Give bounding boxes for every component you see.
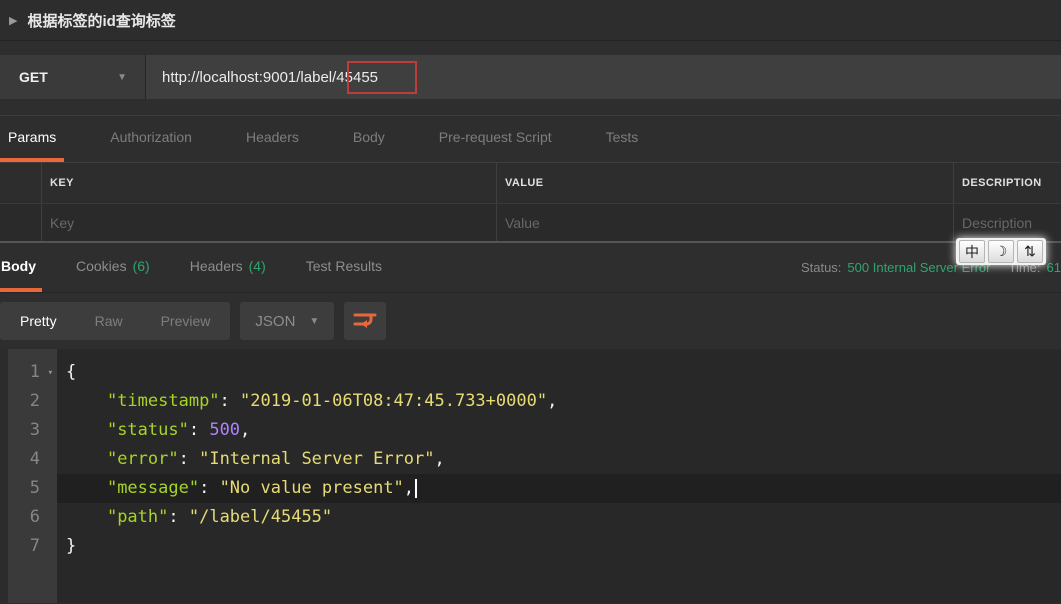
time-value[interactable]: 61 [1047,260,1061,275]
code-text: "timestamp": "2019-01-06T08:47:45.733+00… [106,391,558,411]
tab-label: Tests [605,129,639,145]
row-handle-column [0,163,42,203]
wrap-text-button[interactable] [344,302,387,340]
ime-width-toggle-icon[interactable]: ⇅ [1017,240,1043,263]
url-highlighted-text: 45455 [336,68,379,86]
response-tabs: Body Cookies (6) Headers (4) Test Result… [0,243,388,292]
line-number: 1 ▾ [0,358,57,387]
text-cursor [415,479,418,498]
postman-window: ▶ 根据标签的id查询标签 GET ▼ http://localhost:900… [0,0,1061,604]
line-number: 3 [29,420,40,440]
tab-label: Params [8,129,57,145]
tab-label: Test Results [305,257,383,274]
tab-authorization[interactable]: Authorization [102,116,200,162]
tab-label: Body [1,257,36,274]
cookies-count-badge: (6) [132,257,150,274]
format-dropdown[interactable]: JSON ▼ [240,302,335,340]
code-text: "message": "No value present", [57,474,1061,503]
tab-label: Cookies [76,257,127,274]
line-number: 7 [29,536,40,556]
tab-response-headers[interactable]: Headers (4) [184,243,272,292]
view-mode-group: Pretty Raw Preview [0,302,231,340]
tab-params[interactable]: Params [0,116,65,162]
code-text: } [66,536,77,556]
code-line[interactable]: 5 "message": "No value present", [0,474,1061,503]
code-line[interactable]: 6 "path": "/label/45455" [0,503,1061,532]
code-line[interactable]: 1 ▾ { [0,358,1061,387]
response-viewer-toolbar: Pretty Raw Preview JSON ▼ [0,293,1061,349]
preview-button[interactable]: Preview [161,313,211,329]
url-text: http://localhost:9001/label/ [162,68,337,86]
request-title: 根据标签的id查询标签 [27,12,176,30]
method-label: GET [19,69,48,85]
value-column-header: VALUE [497,163,954,203]
code-text: "error": "Internal Server Error", [106,449,445,469]
line-number: 4 [29,449,40,469]
chevron-down-icon: ▼ [117,71,127,83]
method-dropdown[interactable]: GET ▼ [0,55,146,99]
tab-pre-request-script[interactable]: Pre-request Script [431,116,560,162]
value-input[interactable]: Value [497,204,954,241]
params-table-header: KEY VALUE DESCRIPTION [0,163,1061,203]
line-number: 5 [29,478,40,498]
tab-test-results[interactable]: Test Results [300,243,388,292]
pretty-button[interactable]: Pretty [20,313,57,329]
request-url-bar: GET ▼ http://localhost:9001/label/45455 [0,55,1061,99]
line-number: 6 [29,507,40,527]
status-label: Status: [800,260,842,275]
code-text: { [66,362,77,382]
tab-label: Pre-request Script [438,129,552,145]
response-body-editor[interactable]: 1 ▾ {2 "timestamp": "2019-01-06T08:47:45.7… [0,349,1061,603]
url-input[interactable]: http://localhost:9001/label/45455 [146,55,1061,99]
ime-halfwidth-moon-icon[interactable]: ☽ [988,240,1014,263]
tab-label: Headers [245,129,299,145]
code-text: "path": "/label/45455" [106,507,333,527]
code-text: "status": 500, [106,420,251,440]
fold-arrow-icon[interactable]: ▾ [48,359,53,388]
tab-headers[interactable]: Headers [238,116,307,162]
key-input[interactable]: Key [42,204,497,241]
params-table-row: Key Value Description [0,203,1061,241]
tab-response-body[interactable]: Body [0,243,42,292]
wrap-text-icon [353,313,377,328]
description-column-header: DESCRIPTION [962,177,1042,189]
chevron-down-icon: ▼ [309,315,320,327]
request-title-bar: ▶ 根据标签的id查询标签 [0,0,1061,41]
tab-label: Headers [189,257,243,274]
request-tabs: Params Authorization Headers Body Pre-re… [0,116,1061,162]
format-label: JSON [255,312,296,330]
code-line[interactable]: 2 "timestamp": "2019-01-06T08:47:45.733+… [0,387,1061,416]
description-input[interactable]: Description [954,204,1061,241]
code-line[interactable]: 7} [0,532,1061,561]
raw-button[interactable]: Raw [95,313,123,329]
line-number: 2 [29,391,40,411]
code-line[interactable]: 3 "status": 500, [0,416,1061,445]
headers-count-badge: (4) [248,257,266,274]
tab-cookies[interactable]: Cookies (6) [70,243,156,292]
ime-toolbar: 中 ☽ ⇅ [956,238,1046,265]
params-table: KEY VALUE DESCRIPTION Key Value Descript… [0,162,1061,241]
ime-chinese-mode-icon[interactable]: 中 [959,240,985,263]
collapse-arrow-icon[interactable]: ▶ [9,14,17,27]
tab-body[interactable]: Body [345,116,393,162]
tab-label: Authorization [110,129,192,145]
tab-label: Body [352,129,385,145]
row-handle-cell [0,204,42,241]
code-line[interactable]: 4 "error": "Internal Server Error", [0,445,1061,474]
response-header: Body Cookies (6) Headers (4) Test Result… [0,243,1061,293]
code-lines: 1 ▾ {2 "timestamp": "2019-01-06T08:47:45.7… [0,358,1061,561]
tab-tests[interactable]: Tests [598,116,647,162]
key-column-header: KEY [42,163,497,203]
